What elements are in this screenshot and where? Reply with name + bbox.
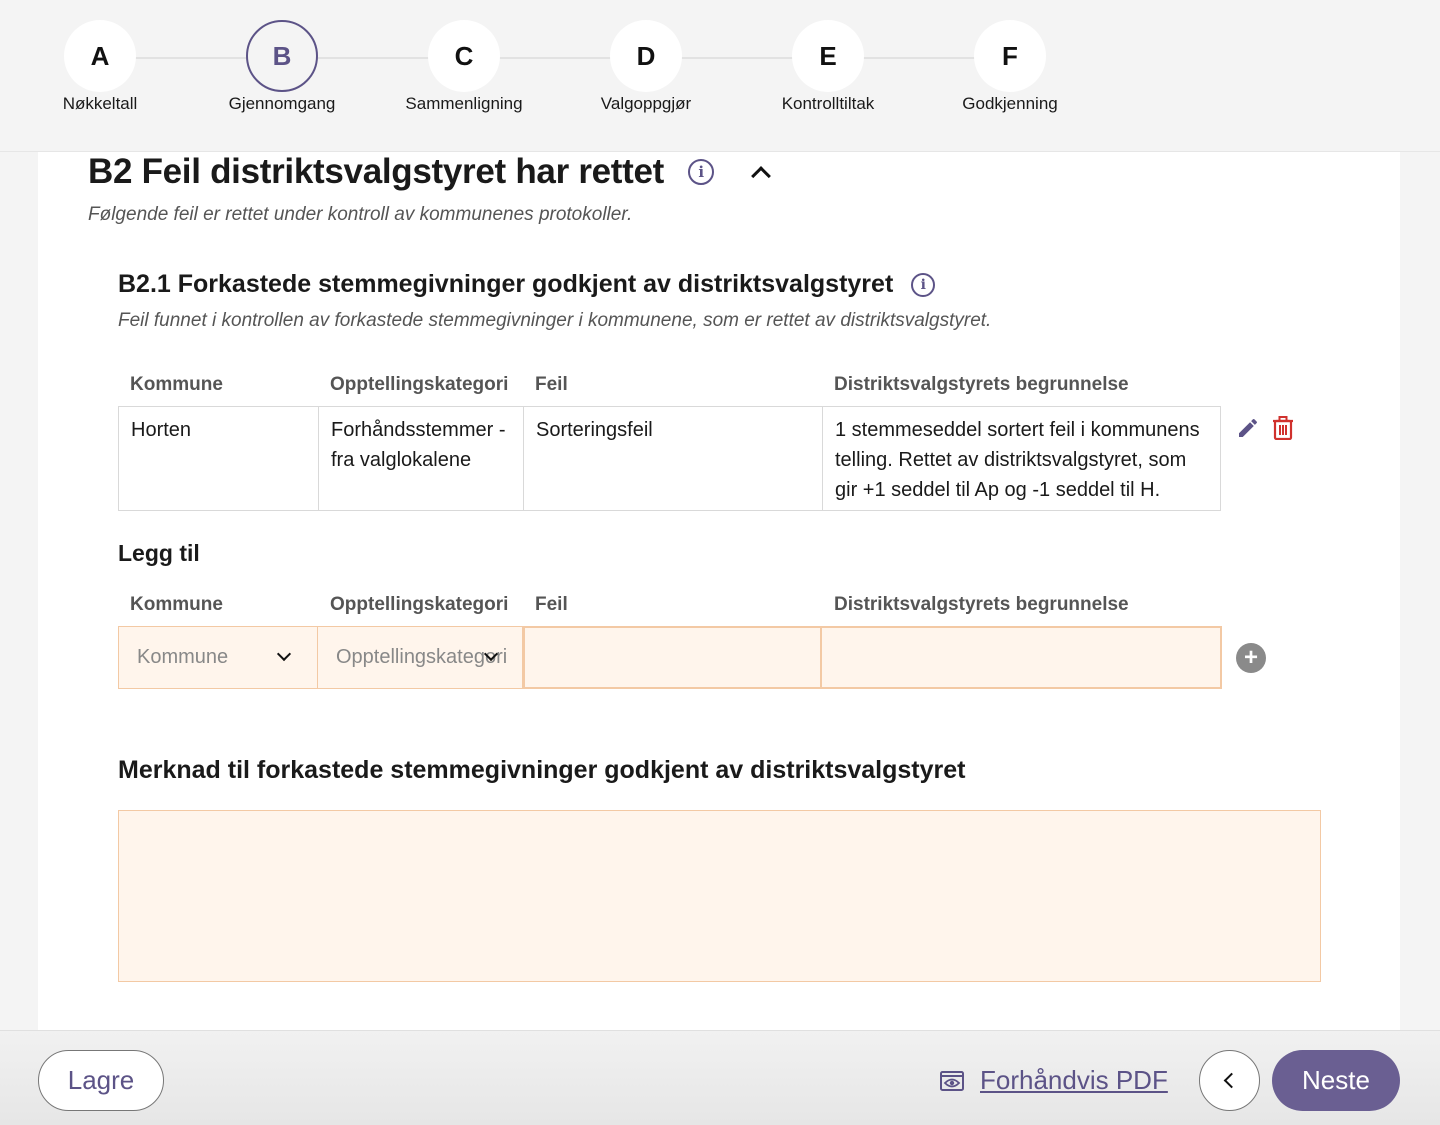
chevron-left-icon (1223, 1072, 1240, 1089)
step-e-circle[interactable]: E (792, 20, 864, 92)
step-c-circle[interactable]: C (428, 20, 500, 92)
subsection-header: B2.1 Forkastede stemmegivninger godkjent… (118, 270, 936, 299)
merknad-title: Merknad til forkastede stemmegivninger g… (118, 756, 966, 784)
step-f[interactable]: F Godkjenning (920, 20, 1100, 114)
footer-bar: Lagre Forhåndvis PDF Neste (0, 1030, 1440, 1125)
step-b-label: Gjennomgang (228, 94, 336, 113)
kategori-select-placeholder: Opptellingskategori (336, 646, 508, 668)
cell-kommune: Horten (119, 407, 319, 510)
main-panel: B2 Feil distriktsvalgstyret har rettet i… (38, 152, 1400, 1030)
section-description: Følgende feil er rettet under kontroll a… (88, 204, 633, 225)
column-header-feil: Feil (535, 594, 568, 615)
step-d-label: Valgoppgjør (600, 94, 692, 113)
step-a-circle[interactable]: A (64, 20, 136, 92)
column-header-kommune: Kommune (130, 374, 223, 395)
info-icon[interactable]: i (911, 272, 936, 297)
subsection-title: B2.1 Forkastede stemmegivninger godkjent… (118, 270, 894, 298)
chevron-up-icon[interactable] (751, 166, 771, 186)
subsection-description: Feil funnet i kontrollen av forkastede s… (118, 310, 992, 331)
add-form-title: Legg til (118, 540, 200, 566)
step-b-circle[interactable]: B (246, 20, 318, 92)
merknad-textarea[interactable] (118, 810, 1321, 982)
kommune-select[interactable]: Kommune (118, 626, 318, 689)
step-e[interactable]: E Kontrolltiltak (738, 20, 918, 114)
preview-pdf-label: Forhåndvis PDF (980, 1065, 1168, 1095)
section-header: B2 Feil distriktsvalgstyret har rettet i (88, 152, 771, 192)
info-icon[interactable]: i (688, 159, 715, 185)
preview-eye-icon (940, 1070, 964, 1091)
step-c-label: Sammenligning (405, 94, 523, 113)
cell-kategori: Forhåndsstemmer - fra valglokalene (319, 407, 524, 510)
step-e-label: Kontrolltiltak (781, 94, 875, 113)
next-button[interactable]: Neste (1272, 1050, 1400, 1111)
step-f-circle[interactable]: F (974, 20, 1046, 92)
feil-input[interactable] (523, 626, 822, 689)
column-header-kommune: Kommune (130, 594, 223, 615)
chevron-down-icon (276, 646, 292, 662)
save-button[interactable]: Lagre (38, 1050, 164, 1111)
begrunnelse-input[interactable] (822, 626, 1222, 689)
column-header-begrunnelse: Distriktsvalgstyrets begrunnelse (834, 594, 1129, 615)
step-a-label: Nøkkeltall (62, 94, 138, 113)
step-b[interactable]: B Gjennomgang (192, 20, 372, 114)
step-d-circle[interactable]: D (610, 20, 682, 92)
plus-circle-icon[interactable]: + (1236, 643, 1266, 673)
cell-feil: Sorteringsfeil (524, 407, 823, 510)
row-actions (1236, 416, 1294, 440)
pencil-icon[interactable] (1236, 416, 1260, 440)
section-title: B2 Feil distriktsvalgstyret har rettet (88, 152, 665, 191)
kategori-select[interactable]: Opptellingskategori (318, 626, 523, 689)
table-row: Horten Forhåndsstemmer - fra valglokalen… (118, 406, 1221, 511)
column-header-begrunnelse: Distriktsvalgstyrets begrunnelse (834, 374, 1129, 395)
progress-stepper: A Nøkkeltall B Gjennomgang C Sammenligni… (0, 0, 1440, 152)
column-header-feil: Feil (535, 374, 568, 395)
step-c[interactable]: C Sammenligning (374, 20, 554, 114)
preview-pdf-link[interactable]: Forhåndvis PDF (940, 1065, 1168, 1096)
column-header-kategori: Opptellingskategori (330, 374, 509, 395)
add-row: Kommune Opptellingskategori (118, 626, 1222, 689)
step-d[interactable]: D Valgoppgjør (556, 20, 736, 114)
column-header-kategori: Opptellingskategori (330, 594, 509, 615)
kommune-select-placeholder: Kommune (137, 646, 229, 668)
trash-icon[interactable] (1272, 416, 1294, 440)
step-f-label: Godkjenning (962, 94, 1058, 113)
back-button[interactable] (1199, 1050, 1260, 1111)
step-a[interactable]: A Nøkkeltall (10, 20, 190, 114)
cell-begrunnelse: 1 stemmeseddel sortert feil i kommunens … (835, 419, 1200, 501)
